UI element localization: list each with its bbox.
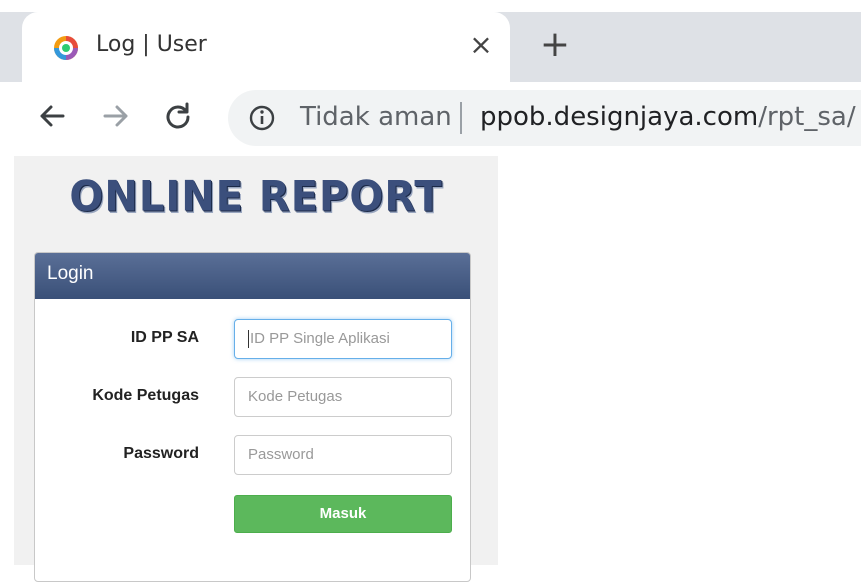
login-panel-header: Login <box>35 253 470 299</box>
app-logo-icon <box>52 34 80 62</box>
masuk-button[interactable]: Masuk <box>234 495 452 533</box>
kode-petugas-label: Kode Petugas <box>92 387 199 404</box>
url-text[interactable]: ppob.designjaya.com/rpt_sa/ <box>480 102 856 132</box>
browser-tabstrip: Log | User × + <box>0 0 861 82</box>
page-content: ONLINE REPORT Login ID PP SA ID PP Singl… <box>0 156 861 582</box>
reload-button[interactable] <box>158 96 198 136</box>
new-tab-button[interactable]: + <box>538 27 572 63</box>
tab-title: Log | User <box>96 32 207 57</box>
kode-petugas-input[interactable]: Kode Petugas <box>234 377 452 417</box>
login-panel: Login ID PP SA ID PP Single Aplikasi Kod… <box>34 252 471 582</box>
url-domain: ppob.designjaya.com <box>480 102 759 132</box>
password-placeholder: Password <box>248 446 314 463</box>
arrow-left-icon <box>40 105 65 127</box>
tab-close-icon[interactable]: × <box>466 30 496 60</box>
password-input[interactable]: Password <box>234 435 452 475</box>
browser-tab-active[interactable]: Log | User × <box>22 12 510 82</box>
login-side-panel: ONLINE REPORT Login ID PP SA ID PP Singl… <box>14 156 498 582</box>
forward-button[interactable] <box>96 96 136 136</box>
reload-icon <box>166 102 190 129</box>
id-pp-sa-input[interactable]: ID PP Single Aplikasi <box>234 319 452 359</box>
arrow-right-icon <box>103 105 128 127</box>
info-icon[interactable] <box>248 104 276 132</box>
password-label: Password <box>123 445 199 462</box>
online-report-logo: ONLINE REPORT <box>69 172 443 222</box>
kode-petugas-placeholder: Kode Petugas <box>248 388 343 405</box>
id-pp-sa-placeholder: ID PP Single Aplikasi <box>250 330 390 347</box>
address-bar[interactable]: Tidak aman ppob.designjaya.com/rpt_sa/ <box>228 90 861 146</box>
url-separator <box>460 102 462 134</box>
text-caret <box>248 330 249 349</box>
id-pp-sa-label: ID PP SA <box>130 329 199 346</box>
security-status-text[interactable]: Tidak aman <box>300 102 452 132</box>
browser-toolbar: Tidak aman ppob.designjaya.com/rpt_sa/ <box>0 82 861 156</box>
back-button[interactable] <box>32 96 72 136</box>
url-path: /rpt_sa/ <box>758 102 856 132</box>
login-panel-title: Login <box>47 263 94 284</box>
